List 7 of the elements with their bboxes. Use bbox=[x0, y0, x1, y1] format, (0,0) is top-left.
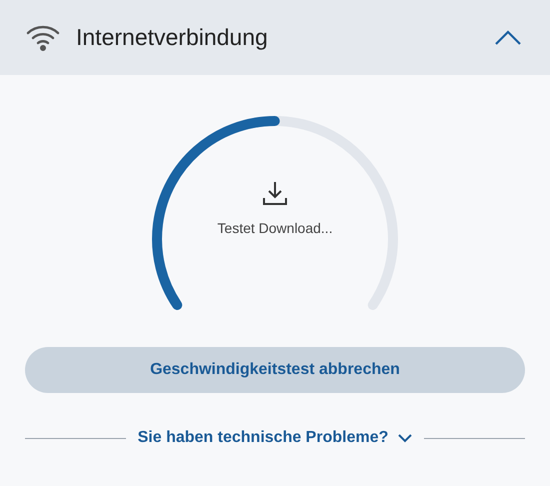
wifi-icon bbox=[26, 24, 60, 52]
status-text: Testet Download... bbox=[217, 220, 333, 236]
download-icon bbox=[262, 180, 288, 206]
section-title: Internetverbindung bbox=[76, 24, 269, 51]
chevron-icon[interactable] bbox=[494, 30, 522, 46]
help-link[interactable]: Sie haben technische Probleme? bbox=[138, 429, 412, 447]
cancel-button[interactable]: Geschwindigkeitstest abbrechen bbox=[25, 347, 525, 393]
